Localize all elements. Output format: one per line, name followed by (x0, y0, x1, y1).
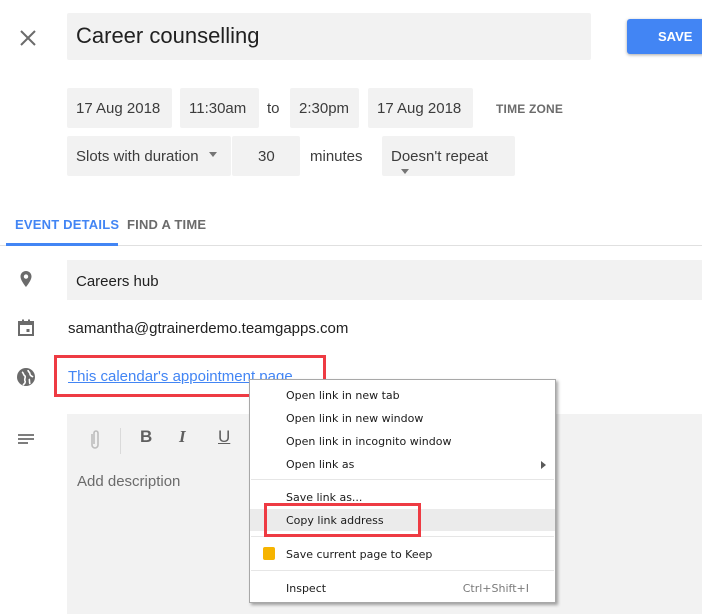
menu-separator (251, 479, 554, 480)
menu-item-open-link-as[interactable]: Open link as (250, 453, 555, 475)
calendar-icon (14, 316, 38, 340)
active-tab-indicator (6, 243, 118, 246)
event-title-input[interactable]: Career counselling (67, 13, 591, 60)
end-time-field[interactable]: 2:30pm (290, 88, 359, 128)
tab-event-details[interactable]: EVENT DETAILS (15, 217, 119, 232)
repeat-dropdown[interactable]: Doesn't repeat (382, 136, 515, 176)
menu-item-shortcut: Ctrl+Shift+I (462, 582, 529, 595)
menu-item-open-new-window[interactable]: Open link in new window (250, 407, 555, 429)
slot-mode-dropdown[interactable]: Slots with duration (67, 136, 231, 176)
tab-find-a-time[interactable]: FIND A TIME (127, 217, 206, 232)
context-menu: Open link in new tab Open link in new wi… (249, 379, 556, 603)
close-button[interactable] (14, 24, 42, 52)
globe-icon (14, 365, 38, 389)
menu-item-label: Inspect (286, 582, 327, 595)
end-date-field[interactable]: 17 Aug 2018 (368, 88, 473, 128)
keep-icon (263, 547, 275, 560)
description-icon (14, 428, 38, 452)
menu-item-open-new-tab[interactable]: Open link in new tab (250, 384, 555, 406)
menu-item-label: Save current page to Keep (286, 548, 433, 561)
submenu-arrow-icon (541, 461, 546, 469)
close-icon (20, 30, 36, 46)
start-date-field[interactable]: 17 Aug 2018 (67, 88, 172, 128)
minutes-label: minutes (310, 148, 363, 165)
dropdown-caret-icon (208, 151, 217, 157)
repeat-value: Doesn't repeat (391, 148, 489, 165)
slot-duration-input[interactable]: 30 (232, 136, 300, 176)
italic-button[interactable]: I (179, 427, 186, 447)
annotation-highlight-copy (264, 503, 421, 537)
to-label: to (267, 100, 280, 117)
location-pin-icon (14, 268, 38, 292)
underline-button[interactable]: U (218, 427, 230, 447)
description-placeholder: Add description (77, 473, 181, 490)
menu-item-inspect[interactable]: Inspect Ctrl+Shift+I (250, 577, 555, 599)
calendar-owner-email: samantha@gtrainerdemo.teamgapps.com (68, 320, 349, 337)
save-button[interactable]: SAVE (627, 19, 702, 54)
start-time-field[interactable]: 11:30am (180, 88, 259, 128)
toolbar-separator (120, 428, 121, 454)
menu-item-save-to-keep[interactable]: Save current page to Keep (250, 543, 555, 565)
menu-separator (251, 570, 554, 571)
menu-item-open-incognito[interactable]: Open link in incognito window (250, 430, 555, 452)
time-zone-button[interactable]: TIME ZONE (496, 102, 563, 116)
location-input[interactable]: Careers hub (67, 260, 702, 300)
slot-mode-value: Slots with duration (76, 148, 199, 165)
paperclip-icon (91, 430, 99, 449)
dropdown-caret-icon (401, 168, 409, 174)
menu-item-label: Open link as (286, 458, 355, 471)
bold-button[interactable]: B (140, 427, 152, 447)
attachment-button[interactable] (86, 428, 104, 452)
